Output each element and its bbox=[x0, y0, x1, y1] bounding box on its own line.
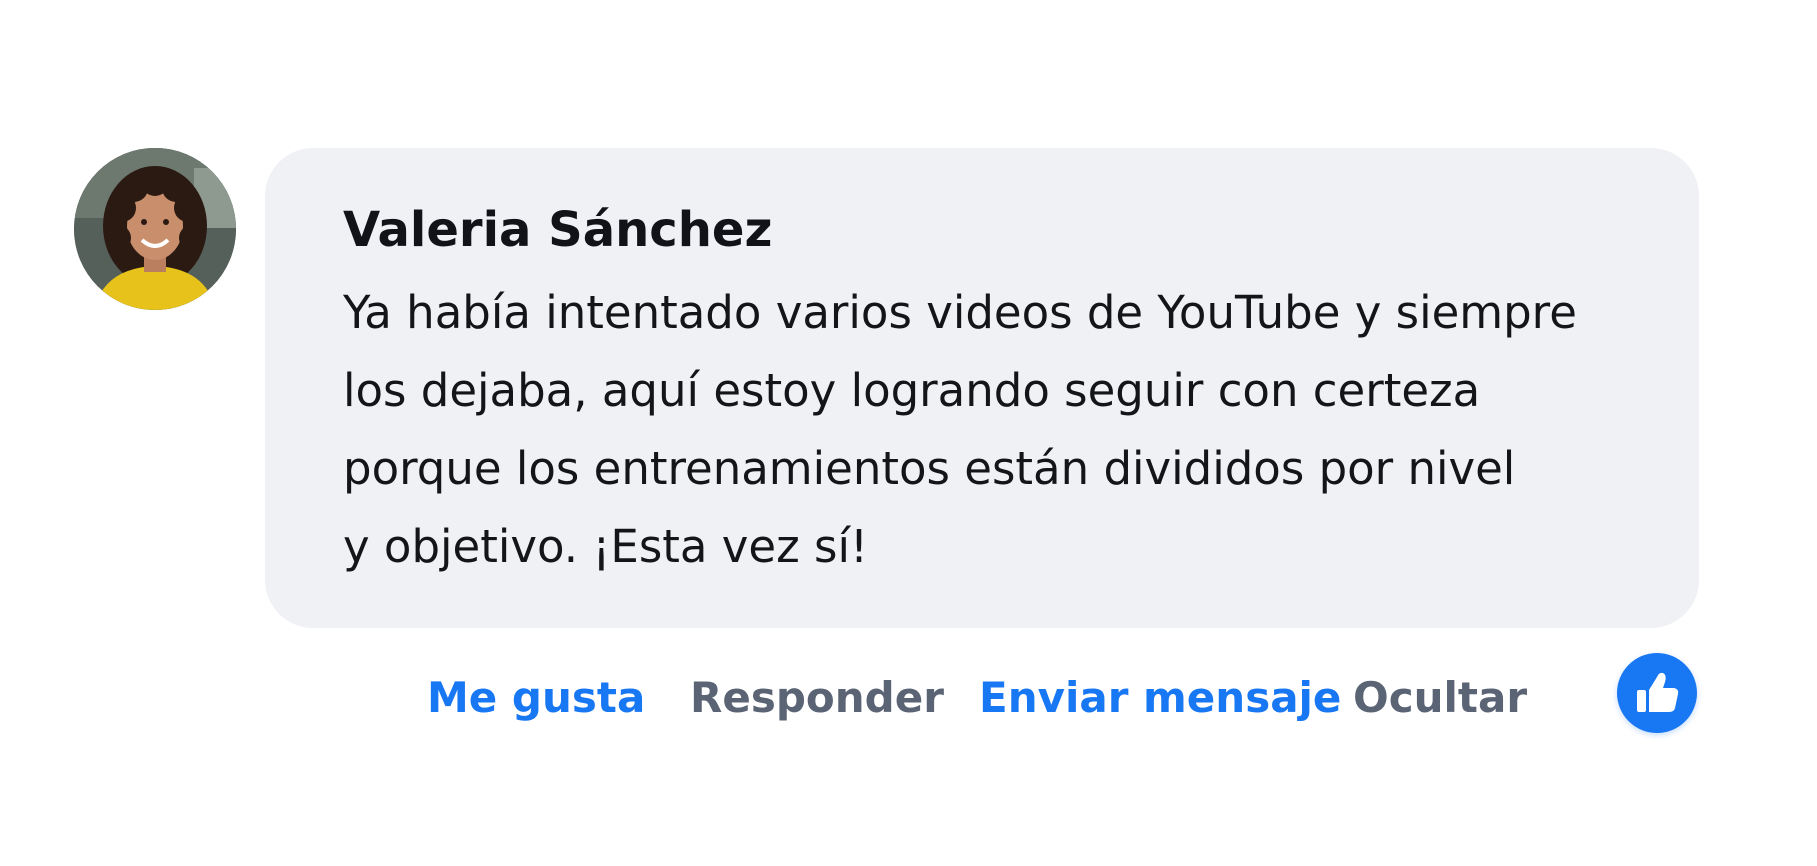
avatar-photo bbox=[74, 148, 236, 310]
comment-bubble: Valeria Sánchez Ya había intentado vario… bbox=[265, 148, 1699, 628]
comment-text: Ya había intentado varios videos de YouT… bbox=[343, 274, 1639, 586]
avatar[interactable] bbox=[74, 148, 236, 310]
comment-actions: Me gusta Responder Enviar mensaje Oculta… bbox=[0, 666, 1817, 730]
hide-button[interactable]: Ocultar bbox=[1353, 666, 1527, 730]
comment-text-line: porque los entrenamientos están dividido… bbox=[343, 442, 1516, 495]
reply-button[interactable]: Responder bbox=[690, 666, 944, 730]
thumbs-up-icon bbox=[1637, 672, 1679, 712]
like-reaction-badge[interactable] bbox=[1617, 653, 1697, 733]
comment-text-line: y objetivo. ¡Esta vez sí! bbox=[343, 520, 869, 573]
send-message-button[interactable]: Enviar mensaje bbox=[979, 666, 1341, 730]
comment-thread: Valeria Sánchez Ya había intentado vario… bbox=[0, 0, 1817, 866]
comment-text-line: los dejaba, aquí estoy logrando seguir c… bbox=[343, 364, 1481, 417]
like-button[interactable]: Me gusta bbox=[427, 666, 645, 730]
comment-author[interactable]: Valeria Sánchez bbox=[343, 200, 1639, 260]
comment-text-line: Ya había intentado varios videos de YouT… bbox=[343, 286, 1577, 339]
